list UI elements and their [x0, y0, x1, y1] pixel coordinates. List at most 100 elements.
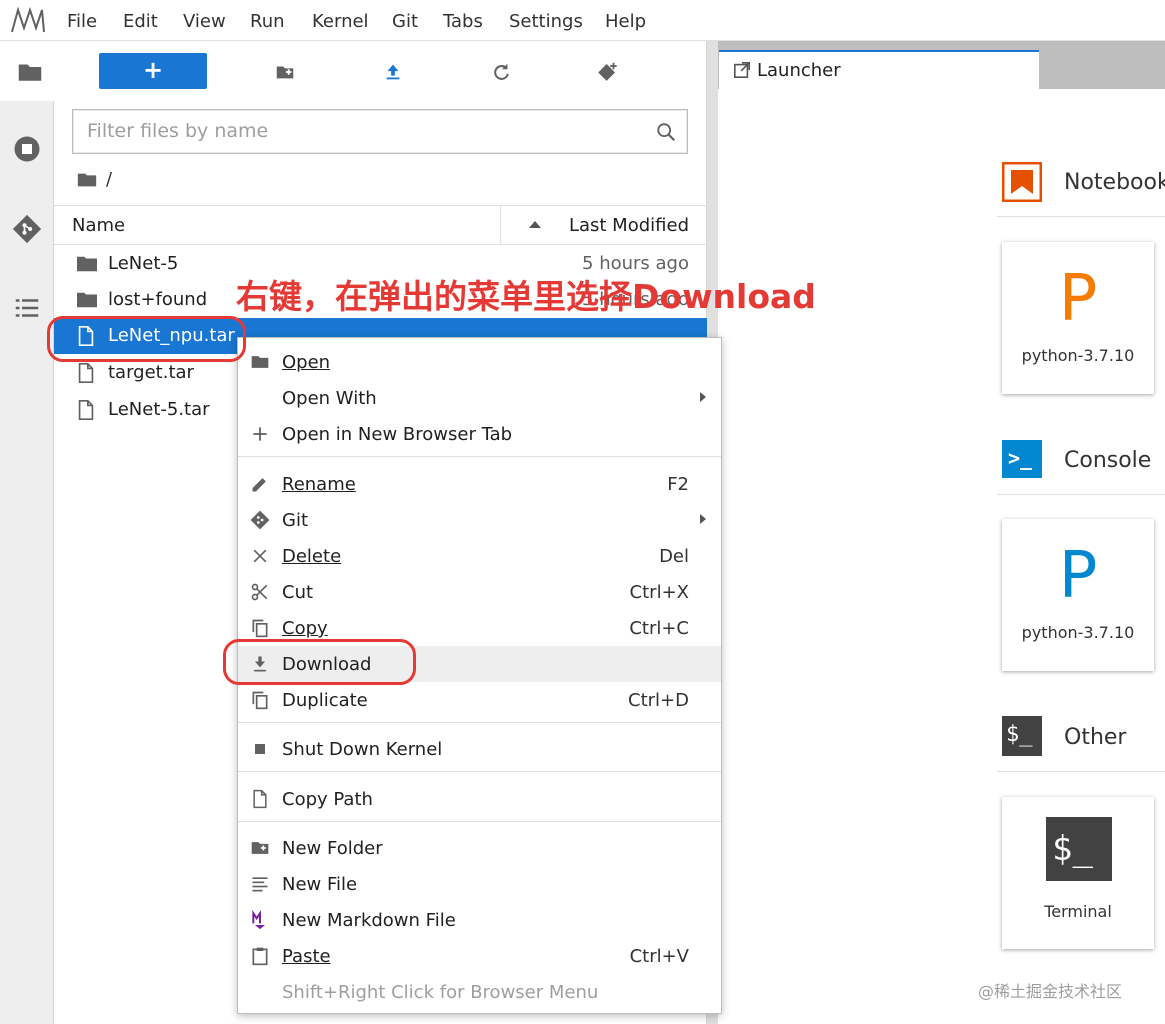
- menu-item-shortcut: Ctrl+D: [628, 690, 689, 711]
- menu-item-rename[interactable]: Rename F2: [238, 466, 721, 502]
- git-clone-icon[interactable]: [597, 61, 619, 83]
- menu-git[interactable]: Git: [392, 11, 418, 32]
- menu-item-label: New File: [282, 874, 358, 895]
- section-divider: [997, 771, 1165, 772]
- new-folder-icon: [251, 842, 269, 854]
- refresh-icon[interactable]: [490, 61, 512, 83]
- upload-icon[interactable]: [382, 61, 404, 83]
- file-name: LeNet-5.tar: [108, 399, 210, 420]
- running-sessions-icon[interactable]: [12, 134, 42, 164]
- copy-icon: [252, 619, 268, 638]
- submenu-arrow-icon: [700, 392, 706, 402]
- tab-launcher[interactable]: Launcher: [719, 50, 1039, 89]
- section-title-notebook: Notebook: [1064, 170, 1165, 195]
- menu-run[interactable]: Run: [250, 11, 285, 32]
- menu-item-label: Open With: [282, 388, 377, 409]
- menu-tabs[interactable]: Tabs: [443, 11, 483, 32]
- menu-item-shortcut: F2: [667, 474, 689, 495]
- python-kernel-logo-icon: P: [1058, 262, 1098, 336]
- menu-item-delete[interactable]: Delete Del: [238, 538, 721, 574]
- menu-item-label: Shut Down Kernel: [282, 739, 443, 760]
- folder-icon: [251, 356, 269, 368]
- menu-item-open-with[interactable]: Open With: [238, 380, 721, 416]
- folder-icon: [77, 292, 97, 308]
- watermark: @稀土掘金技术社区: [978, 982, 1123, 1001]
- menu-separator: [238, 722, 721, 723]
- menu-item-label: Duplicate: [282, 690, 368, 711]
- menu-bar: File Edit View Run Kernel Git Tabs Setti…: [0, 0, 1165, 41]
- clipboard-icon: [252, 947, 268, 966]
- menu-item-label: New Markdown File: [282, 910, 456, 931]
- notebook-python-card[interactable]: P python-3.7.10: [1002, 242, 1154, 394]
- menu-item-new-markdown[interactable]: New Markdown File: [238, 902, 721, 938]
- section-divider: [997, 216, 1165, 217]
- menu-item-shutdown-kernel[interactable]: Shut Down Kernel: [238, 731, 721, 767]
- highlight-download-item: [223, 639, 416, 685]
- section-title-console: Console: [1064, 448, 1152, 473]
- scissors-icon: [251, 583, 268, 601]
- menu-edit[interactable]: Edit: [123, 11, 158, 32]
- git-icon[interactable]: [12, 214, 42, 244]
- column-name[interactable]: Name: [72, 215, 125, 236]
- filter-input[interactable]: [73, 110, 633, 151]
- file-name: lost+found: [108, 289, 208, 310]
- new-launcher-button[interactable]: +: [99, 53, 207, 89]
- plus-icon: [253, 427, 267, 441]
- menu-item-label: Paste: [282, 946, 331, 967]
- git-icon: [250, 510, 270, 530]
- menu-item-duplicate[interactable]: Duplicate Ctrl+D: [238, 682, 721, 718]
- menu-item-copy-path[interactable]: Copy Path: [238, 781, 721, 817]
- notebook-section-icon: [1002, 162, 1042, 202]
- sort-caret-icon: [529, 221, 541, 228]
- file-browser-tab[interactable]: [0, 41, 54, 101]
- jupyter-logo-icon: [11, 6, 45, 33]
- column-divider[interactable]: [500, 206, 501, 244]
- file-icon: [253, 789, 267, 809]
- terminal-card[interactable]: $_ Terminal: [1002, 797, 1154, 949]
- menu-item-label: New Folder: [282, 838, 383, 859]
- console-section-icon: >_: [1002, 440, 1042, 478]
- menu-item-open-new-tab[interactable]: Open in New Browser Tab: [238, 416, 721, 452]
- python-kernel-logo-icon: P: [1058, 539, 1098, 613]
- menu-item-cut[interactable]: Cut Ctrl+X: [238, 574, 721, 610]
- card-label: python-3.7.10: [1021, 346, 1135, 365]
- markdown-icon: [252, 910, 265, 930]
- card-label: python-3.7.10: [1021, 623, 1135, 642]
- stop-icon: [255, 744, 265, 754]
- menu-item-paste[interactable]: Paste Ctrl+V: [238, 938, 721, 974]
- table-of-contents-icon[interactable]: [12, 293, 42, 323]
- section-title-other: Other: [1064, 725, 1127, 750]
- menu-item-label: Open: [282, 352, 331, 373]
- menu-separator: [238, 771, 721, 772]
- menu-item-shortcut: Ctrl+C: [629, 618, 689, 639]
- column-last-modified[interactable]: Last Modified: [569, 215, 689, 236]
- close-icon: [253, 549, 267, 563]
- folder-icon: [18, 64, 42, 81]
- menu-settings[interactable]: Settings: [509, 11, 583, 32]
- console-python-card[interactable]: P python-3.7.10: [1002, 519, 1154, 671]
- text-file-icon: [252, 877, 268, 892]
- menu-file[interactable]: File: [67, 11, 97, 32]
- menu-separator: [238, 821, 721, 822]
- menu-item-open[interactable]: Open: [238, 344, 721, 380]
- other-section-icon: $_: [1002, 716, 1042, 756]
- breadcrumb-root[interactable]: /: [106, 169, 112, 190]
- menu-item-new-folder[interactable]: New Folder: [238, 830, 721, 866]
- menu-item-shortcut: Ctrl+V: [629, 946, 689, 967]
- menu-item-browser-menu-hint: Shift+Right Click for Browser Menu: [238, 974, 721, 1010]
- menu-view[interactable]: View: [183, 11, 226, 32]
- menu-item-git[interactable]: Git: [238, 502, 721, 538]
- tab-label: Launcher: [757, 60, 841, 81]
- new-folder-icon[interactable]: [274, 61, 296, 83]
- annotation-note: 右键，在弹出的菜单里选择Download: [236, 277, 816, 316]
- launcher-tab-icon: [733, 61, 751, 79]
- activity-bar: [0, 41, 54, 1024]
- menu-item-label: Delete: [282, 546, 342, 567]
- search-icon: [657, 123, 676, 142]
- home-folder-icon[interactable]: [76, 169, 98, 191]
- terminal-icon: $_: [1046, 817, 1112, 881]
- file-name: LeNet-5: [108, 253, 179, 274]
- menu-item-new-file[interactable]: New File: [238, 866, 721, 902]
- menu-kernel[interactable]: Kernel: [312, 11, 369, 32]
- menu-help[interactable]: Help: [605, 11, 646, 32]
